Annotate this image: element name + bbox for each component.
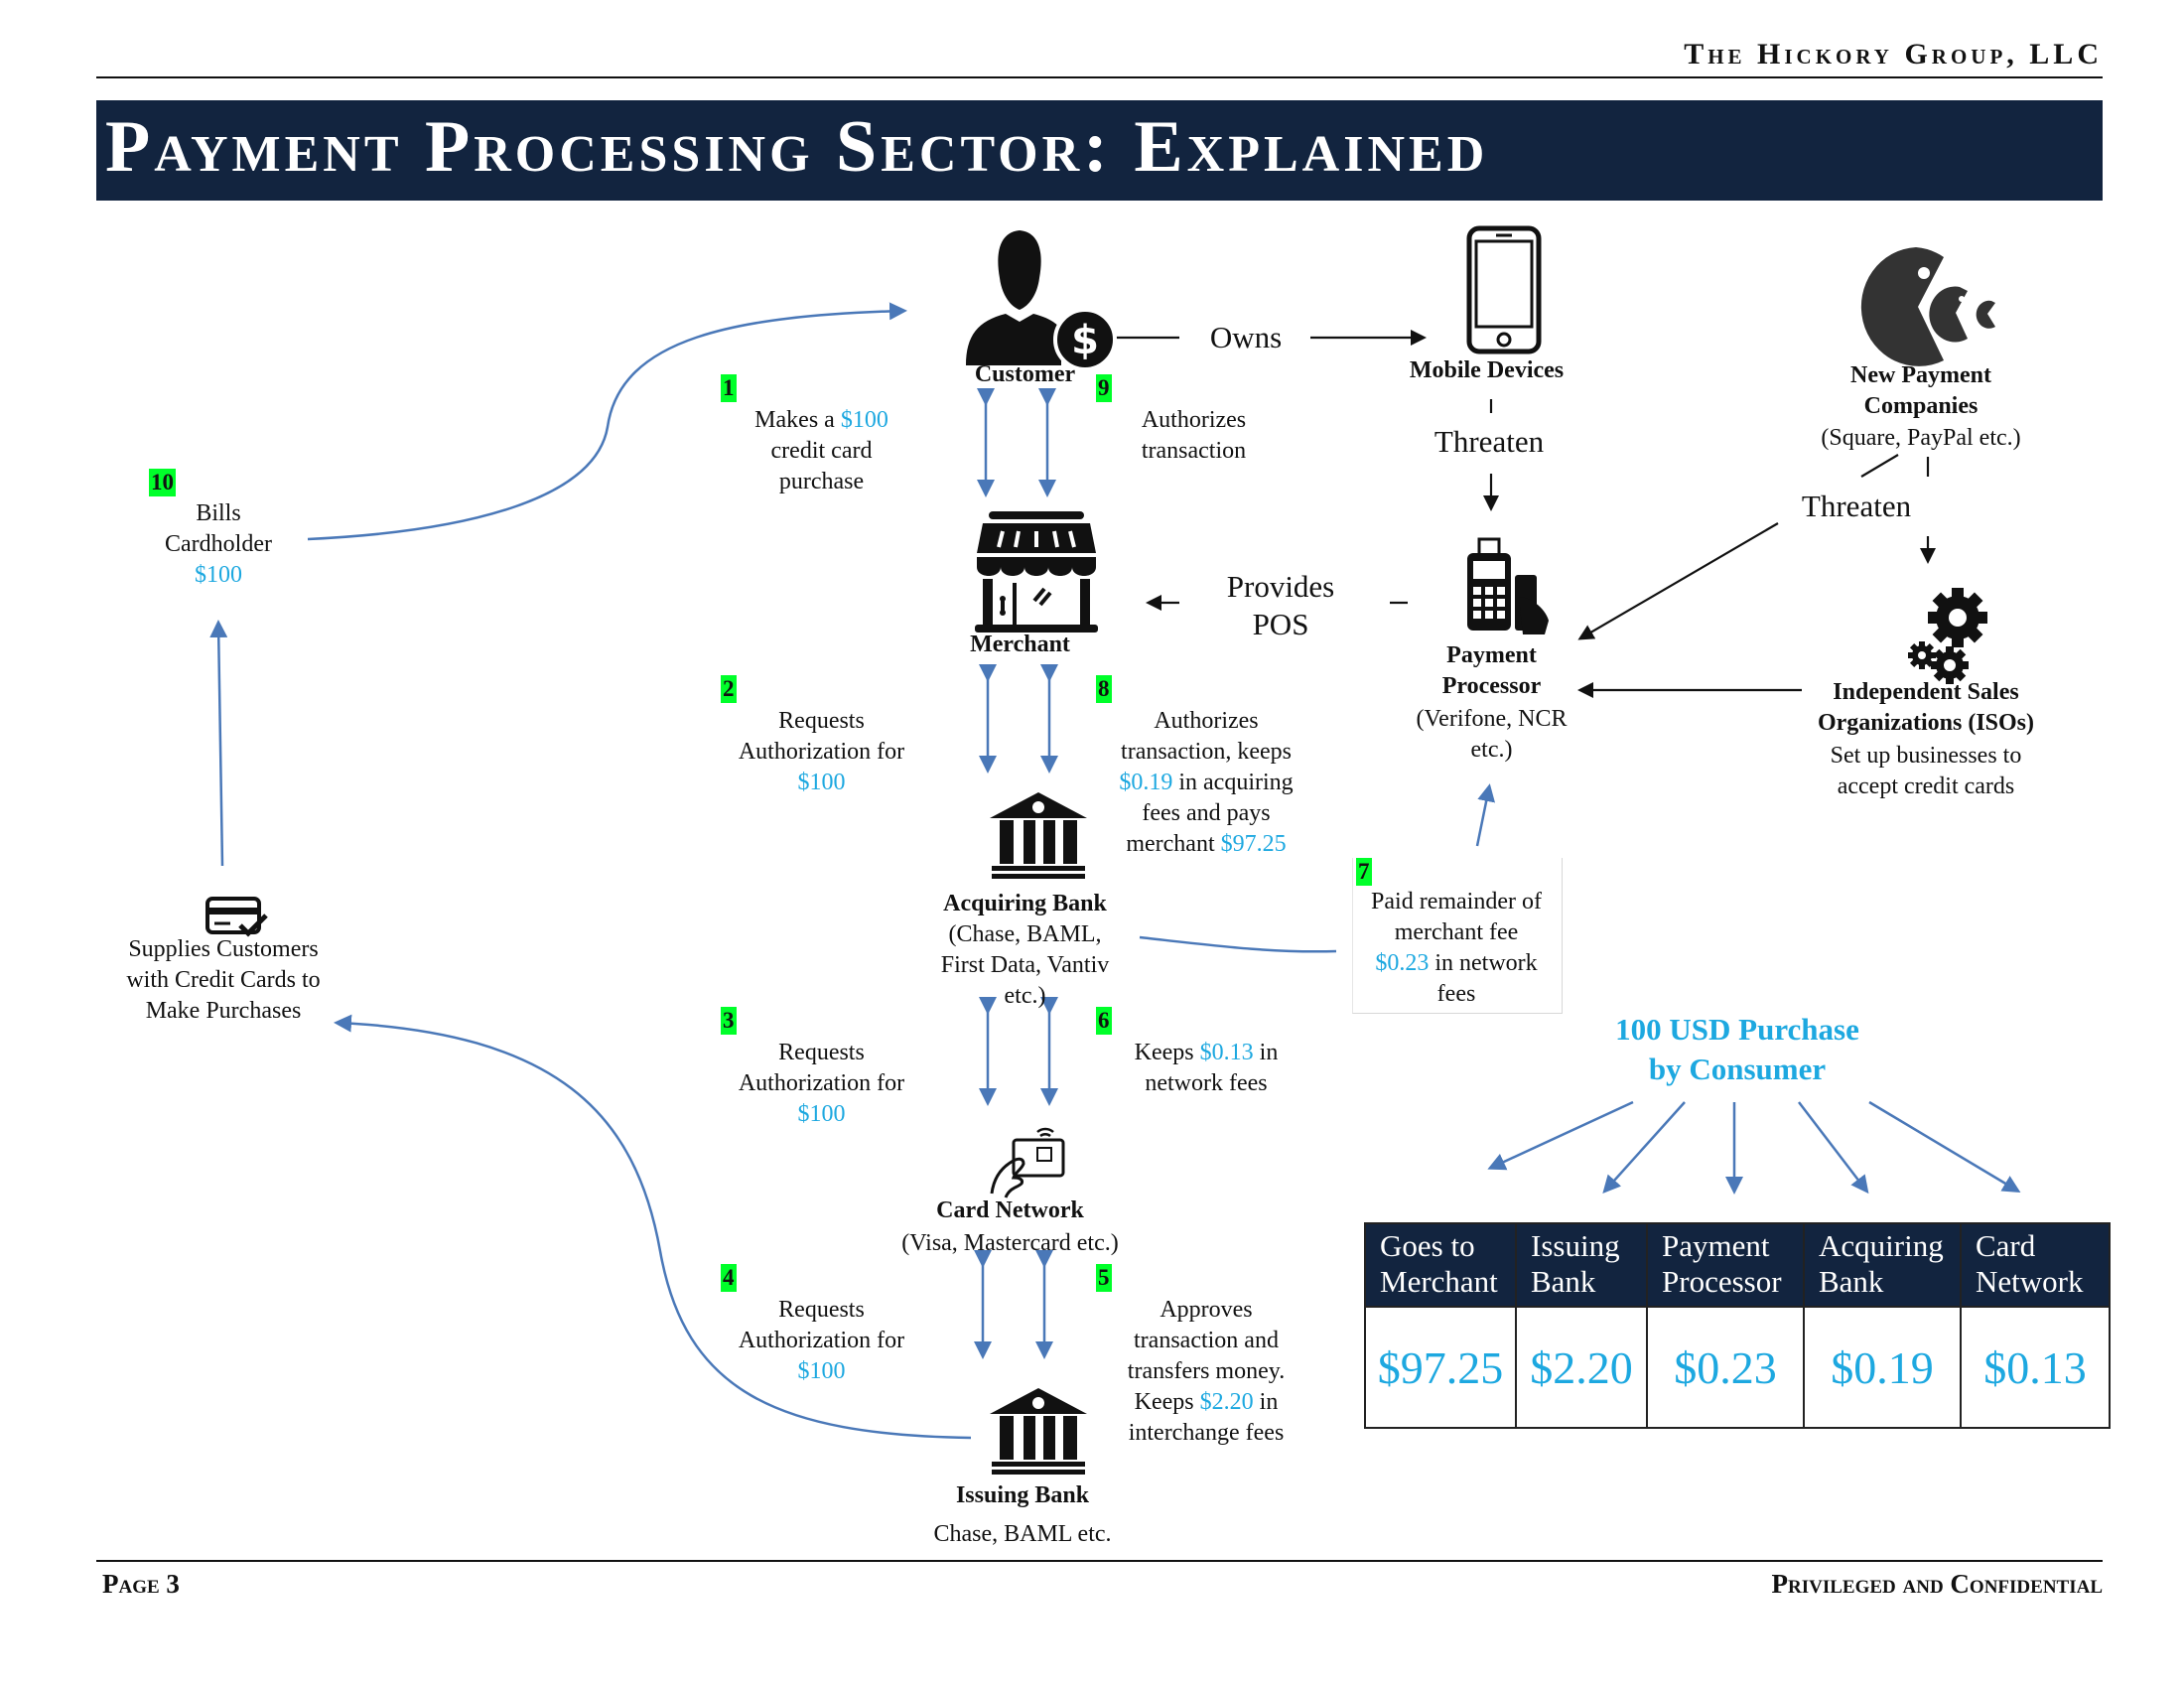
step-6-text: Keeps $0.13 in network fees	[1134, 1040, 1279, 1096]
owns-label: Owns	[1209, 320, 1283, 354]
step-7-text: Paid remainder of merchant fee $0.23 in …	[1371, 889, 1542, 1007]
step-badge-3: 3	[721, 1007, 737, 1035]
step-badge-7: 7	[1356, 858, 1372, 886]
customer-label: Customer	[974, 361, 1076, 387]
payment-processor-examples: (Verifone, NCR etc.)	[1416, 706, 1568, 763]
breakdown-arrow-network	[1868, 1100, 2021, 1194]
new-payment-companies-pacman-icon	[1860, 247, 1995, 366]
new-payment-companies-label: New Payment Companies	[1850, 362, 1991, 419]
page-title: Payment Processing Sector: Explained	[105, 106, 1489, 188]
fee-col-header: Goes to Merchant	[1364, 1222, 1517, 1308]
payment-terminal-icon	[1467, 537, 1549, 634]
step-10-text: Bills Cardholder $100	[165, 500, 272, 588]
fee-col-header: Card Network	[1960, 1222, 2111, 1308]
step-3-text: Requests Authorization for $100	[738, 1040, 905, 1127]
step-badge-2: 2	[721, 675, 737, 703]
fee-breakdown-value-row: $97.25 $2.20 $0.23 $0.19 $0.13	[1364, 1306, 2111, 1429]
isos-gears-icon	[1908, 588, 1987, 684]
card-network-examples: (Visa, Mastercard etc.)	[901, 1230, 1119, 1256]
step-2-text: Requests Authorization for $100	[738, 708, 905, 795]
breakdown-arrow-acquiring	[1798, 1101, 1869, 1195]
acquiring-bank-icon	[990, 792, 1087, 879]
issuing-bank-examples: Chase, BAML etc.	[933, 1521, 1112, 1547]
step-9-text: Authorizes transaction	[1141, 407, 1247, 464]
confidentiality-notice: Privileged and Confidential	[1771, 1569, 2103, 1599]
breakdown-arrow-merchant	[1487, 1100, 1634, 1171]
new-payment-companies-examples: (Square, PayPal etc.)	[1821, 425, 2021, 451]
step-badge-5: 5	[1096, 1264, 1112, 1292]
acquiring-bank-examples: (Chase, BAML, First Data, Vantiv etc.)	[940, 921, 1110, 1009]
merchant-label: Merchant	[970, 632, 1070, 657]
fee-value-merchant: $97.25	[1364, 1306, 1517, 1429]
fee-col-header: Payment Processor	[1646, 1222, 1805, 1308]
supplies-cards-text: Supplies Customers with Credit Cards to …	[126, 936, 321, 1024]
isos-description: Set up businesses to accept credit cards	[1830, 743, 2022, 799]
credit-card-check-icon	[205, 897, 268, 937]
merchant-storefront-icon	[975, 511, 1098, 633]
card-network-contactless-icon	[990, 1127, 1065, 1198]
fee-value-acquiring-bank: $0.19	[1803, 1306, 1962, 1429]
newco-threaten-slash	[1860, 454, 1899, 478]
footer-rule	[96, 1560, 2103, 1562]
fee-col-header: Acquiring Bank	[1803, 1222, 1962, 1308]
provides-pos-label: Provides POS	[1226, 569, 1335, 641]
step-badge-9: 9	[1096, 374, 1112, 402]
customer-icon: $	[966, 230, 1117, 371]
mobile-devices-label: Mobile Devices	[1409, 357, 1565, 383]
card-network-label: Card Network	[936, 1197, 1084, 1223]
fee-breakdown-table: Goes to Merchant Issuing Bank Payment Proce…	[1364, 1222, 2111, 1429]
step-8-text: Authorizes transaction, keeps $0.19 in a…	[1119, 708, 1294, 857]
fee-breakdown-header-row: Goes to Merchant Issuing Bank Payment Proce…	[1364, 1222, 2111, 1308]
supplies-to-bills-arrow	[209, 620, 228, 867]
step-badge-1: 1	[721, 374, 737, 402]
threaten-new-companies-label: Threaten	[1801, 489, 1912, 523]
acquiring-to-step7-line	[1139, 935, 1337, 953]
step-badge-6: 6	[1096, 1007, 1112, 1035]
mobile-phone-icon	[1466, 225, 1542, 354]
fee-col-header: Issuing Bank	[1515, 1222, 1648, 1308]
step-badge-4: 4	[721, 1264, 737, 1292]
acquiring-bank-label: Acquiring Bank	[943, 891, 1107, 916]
newco-threaten-processor-arrow	[1577, 522, 1779, 640]
step-5-text: Approves transaction and transfers money…	[1127, 1297, 1286, 1446]
step-4-text: Requests Authorization for $100	[738, 1297, 905, 1384]
fee-value-card-network: $0.13	[1960, 1306, 2111, 1429]
page-number: Page 3	[102, 1569, 180, 1599]
threaten-mobile-label: Threaten	[1433, 424, 1545, 459]
svg-text:$: $	[1071, 318, 1099, 363]
issuing-bank-label: Issuing Bank	[955, 1482, 1090, 1508]
step7-to-processor-arrow	[1475, 783, 1496, 847]
step-badge-10: 10	[149, 469, 176, 496]
step-1-text: Makes a $100 credit card purchase	[754, 407, 888, 494]
fee-value-payment-processor: $0.23	[1646, 1306, 1805, 1429]
step-badge-8: 8	[1096, 675, 1112, 703]
payment-processor-label: Payment Processor	[1441, 642, 1542, 699]
firm-name: The Hickory Group, LLC	[1684, 38, 2103, 70]
breakdown-arrow-issuing	[1602, 1101, 1686, 1194]
fee-value-issuing-bank: $2.20	[1515, 1306, 1648, 1429]
issuing-bank-icon	[990, 1388, 1087, 1475]
isos-label: Independent Sales Organizations (ISOs)	[1817, 679, 2034, 736]
breakdown-title: 100 USD Purchase by Consumer	[1615, 1012, 1859, 1086]
header-rule	[96, 76, 2103, 78]
